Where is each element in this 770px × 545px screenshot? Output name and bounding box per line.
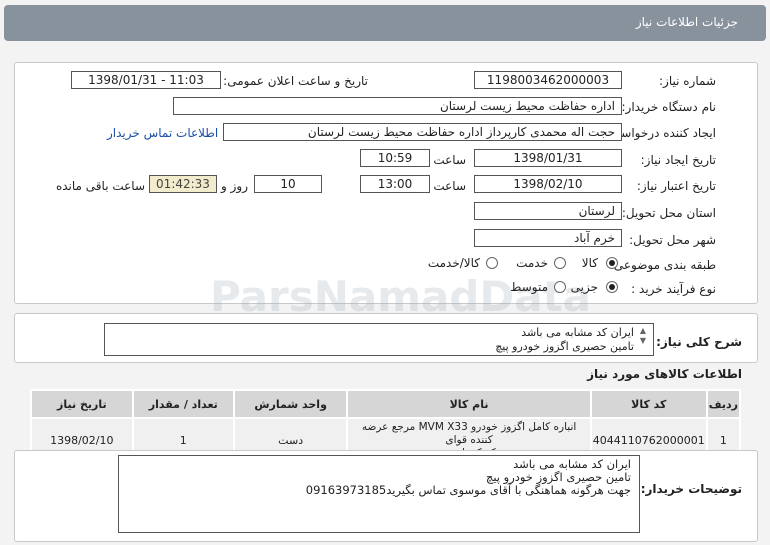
buyer-contact-link[interactable]: اطلاعات تماس خریدار — [107, 126, 218, 140]
page-title: جزئیات اطلاعات نیاز — [635, 15, 738, 29]
remaining-label: ساعت باقی مانده — [55, 179, 145, 193]
category-goods-label: کالا — [581, 256, 598, 270]
col-qty: تعداد / مقدار — [131, 389, 235, 419]
announce-date-label: تاریخ و ساعت اعلان عمومی: — [223, 74, 368, 88]
city-field: خرم آباد — [474, 229, 622, 247]
cell-name-line-1: انباره کامل اگزوز خودرو MVM X33 مرجع عرض… — [361, 420, 577, 446]
category-label: طبقه بندی موضوعی: — [609, 258, 716, 272]
category-goods-service-label: کالا/خدمت — [427, 256, 480, 270]
need-number-label: شماره نیاز: — [659, 74, 716, 88]
remaining-time-field: 01:42:33 — [149, 175, 217, 193]
col-name: نام کالا — [346, 389, 592, 419]
process-medium-label: متوسط — [510, 280, 548, 294]
category-service-radio[interactable] — [554, 257, 566, 269]
remaining-days-field: 10 — [254, 175, 322, 193]
summary-line-2: تامین حصیری اگزوز خودرو پیچ — [495, 340, 634, 353]
valid-date-label: تاریخ اعتبار نیاز: — [636, 179, 716, 193]
col-code: کد کالا — [589, 389, 708, 419]
process-medium-radio[interactable] — [554, 281, 566, 293]
created-date-field: 1398/01/31 — [474, 149, 622, 167]
col-date: تاریخ نیاز — [30, 389, 134, 419]
items-header-row: ردیف کد کالا نام کالا واحد شمارش تعداد /… — [30, 389, 742, 419]
announce-date-field: 1398/01/31 - 11:03 — [71, 71, 221, 89]
valid-time-label: ساعت — [433, 179, 466, 193]
page-header: جزئیات اطلاعات نیاز — [4, 5, 766, 41]
valid-date-field: 1398/02/10 — [474, 175, 622, 193]
process-minor-label: جزیی — [570, 280, 598, 294]
buyer-notes-box: ایران کد مشابه می باشد تامین حصیری اگزوز… — [118, 455, 640, 533]
created-date-label: تاریخ ایجاد نیاز: — [640, 153, 716, 167]
category-goods-service-radio[interactable] — [486, 257, 498, 269]
province-field: لرستان — [474, 202, 622, 220]
creator-field: حجت اله محمدی کارپرداز اداره حفاظت محیط … — [223, 123, 622, 141]
valid-time-field: 13:00 — [360, 175, 430, 193]
category-service-label: خدمت — [516, 256, 548, 270]
province-label: استان محل تحویل: — [621, 206, 716, 220]
summary-scroll-icon[interactable]: ▲ ▼ — [638, 326, 648, 352]
need-number-field: 1198003462000003 — [474, 71, 622, 89]
col-unit: واحد شمارش — [232, 389, 349, 419]
category-goods-radio[interactable] — [606, 257, 618, 269]
summary-label: شرح کلی نیاز: — [656, 335, 742, 349]
summary-line-1: ایران کد مشابه می باشد — [521, 326, 634, 339]
day-label: روز و — [221, 179, 248, 193]
buyer-notes-label: توضیحات خریدار: — [640, 482, 742, 496]
buyer-org-label: نام دستگاه خریدار: — [621, 100, 717, 114]
creator-label: ایجاد کننده درخواست: — [605, 126, 716, 140]
created-time-label: ساعت — [433, 153, 466, 167]
process-minor-radio[interactable] — [606, 281, 618, 293]
process-type-label: نوع فرآیند خرید : — [631, 282, 716, 296]
city-label: شهر محل تحویل: — [629, 233, 716, 247]
items-section-title: اطلاعات کالاهای مورد نیاز — [587, 367, 742, 381]
created-time-field: 10:59 — [360, 149, 430, 167]
buyer-org-field: اداره حفاظت محیط زیست لرستان — [173, 97, 622, 115]
col-row: ردیف — [705, 389, 742, 419]
